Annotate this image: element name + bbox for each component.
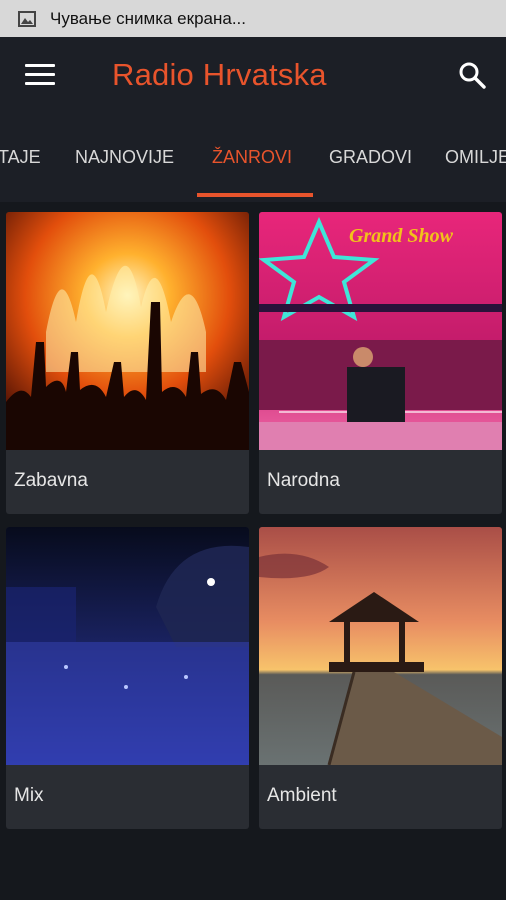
stadium-crowd-image [6,527,249,765]
tab-omiljene[interactable]: OMILJE [445,147,506,168]
status-bar: Чување снимка екрана... [0,0,506,37]
status-text: Чување снимка екрана... [50,8,246,28]
genre-card-zabavna[interactable]: Zabavna [6,212,249,514]
genre-grid: Zabavna Grand Show Narodna Mix Ambient [0,202,506,900]
sunset-pier-image [259,527,502,765]
tab-taje[interactable]: TAJE [0,147,41,168]
genre-label: Zabavna [14,470,88,491]
genre-card-ambient[interactable]: Ambient [259,527,502,829]
search-icon[interactable] [458,61,486,89]
image-icon [18,10,36,27]
tab-indicator [197,193,313,197]
genre-card-narodna[interactable]: Grand Show Narodna [259,212,502,514]
grand-show-word-grand: Grand Show [349,225,454,247]
app-bar: Radio Hrvatska [0,37,506,114]
tab-gradovi[interactable]: GRADOVI [329,147,412,168]
tab-najnovije[interactable]: NAJNOVIJE [75,147,174,168]
tab-bar: TAJE NAJNOVIJE ŽANROVI GRADOVI OMILJE [0,114,506,202]
genre-label: Mix [14,785,44,806]
concert-fire-image [6,212,249,450]
genre-card-mix[interactable]: Mix [6,527,249,829]
hamburger-icon[interactable] [25,64,55,88]
tab-zanrovi[interactable]: ŽANROVI [212,147,292,168]
app-title: Radio Hrvatska [112,57,327,92]
grand-show-stage-image: Grand Show [259,212,502,450]
genre-label: Narodna [267,470,340,491]
genre-label: Ambient [267,785,337,806]
